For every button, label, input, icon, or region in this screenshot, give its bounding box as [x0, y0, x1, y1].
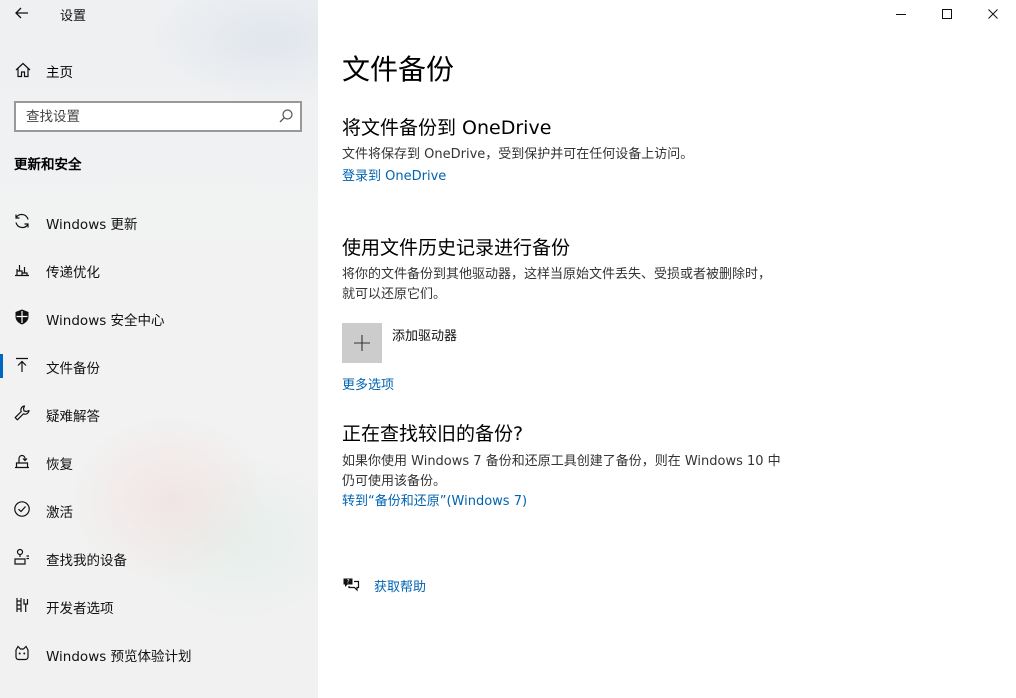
insider-icon: [15, 645, 29, 661]
check-circle-icon: [14, 501, 30, 517]
onedrive-heading: 将文件备份到 OneDrive: [342, 117, 552, 139]
sync-icon: [15, 213, 29, 229]
sidebar-item-recovery[interactable]: 恢复: [0, 438, 318, 486]
sidebar-item-windows-security[interactable]: Windows 安全中心: [0, 294, 318, 342]
sidebar-item-activation[interactable]: 激活: [0, 486, 318, 534]
sidebar-item-label: Windows 预览体验计划: [46, 649, 192, 665]
sidebar-item-label: 传递优化: [46, 265, 100, 281]
file-history-description: 将你的文件备份到其他驱动器，这样当原始文件丢失、受损或者被删除时，就可以还原它们…: [342, 267, 772, 302]
onedrive-description: 文件将保存到 OneDrive，受到保护并可在任何设备上访问。: [342, 147, 694, 162]
find-device-icon: [14, 548, 29, 565]
add-drive-label: 添加驱动器: [392, 329, 458, 344]
get-help-label: 获取帮助: [374, 580, 427, 595]
plus-icon: [354, 335, 370, 351]
app-title: 设置: [60, 9, 87, 24]
sidebar-item-windows-insider[interactable]: Windows 预览体验计划: [0, 630, 318, 678]
sidebar-item-delivery-optimization[interactable]: 传递优化: [0, 246, 318, 294]
search-box[interactable]: [14, 101, 302, 132]
older-backup-heading: 正在查找较旧的备份?: [342, 423, 524, 445]
svg-text:?: ?: [347, 579, 350, 586]
backup-arrow-icon: [16, 357, 28, 372]
sidebar-item-find-my-device[interactable]: 查找我的设备: [0, 534, 318, 582]
search-input[interactable]: [16, 103, 266, 130]
sidebar-item-developer-options[interactable]: 开发者选项: [0, 582, 318, 630]
sidebar-item-label: 激活: [46, 505, 73, 521]
more-options-link[interactable]: 更多选项: [342, 374, 394, 393]
sidebar-item-label: 疑难解答: [46, 409, 100, 425]
maximize-button[interactable]: [924, 0, 970, 28]
main-content: 文件备份 将文件备份到 OneDrive 文件将保存到 OneDrive，受到保…: [318, 0, 1016, 698]
maximize-icon: [942, 9, 952, 19]
minimize-button[interactable]: [878, 0, 924, 28]
delivery-optimization-icon: [15, 265, 29, 277]
sidebar: 设置 主页 更新和安全 Windows 更新: [0, 0, 318, 698]
file-history-heading: 使用文件历史记录进行备份: [342, 237, 571, 259]
older-backup-description: 如果你使用 Windows 7 备份和还原工具创建了备份，则在 Windows …: [342, 454, 781, 489]
sidebar-item-troubleshoot[interactable]: 疑难解答: [0, 390, 318, 438]
sidebar-item-label: 主页: [46, 65, 73, 81]
add-drive-tile[interactable]: [342, 323, 382, 363]
settings-window: 设置 主页 更新和安全 Windows 更新: [0, 0, 1016, 698]
selection-indicator: [0, 354, 3, 378]
sidebar-item-windows-update[interactable]: Windows 更新: [0, 198, 318, 246]
search-icon[interactable]: [278, 108, 294, 124]
sidebar-item-label: 文件备份: [46, 361, 100, 377]
developer-icon: [16, 598, 29, 612]
back-arrow-icon: [15, 7, 28, 19]
backup-restore-win7-link[interactable]: 转到“备份和还原”(Windows 7): [342, 490, 527, 509]
page-title: 文件备份: [342, 53, 455, 86]
sidebar-item-label: Windows 更新: [46, 217, 138, 233]
sidebar-item-file-backup[interactable]: 文件备份: [0, 342, 318, 390]
sidebar-nav: Windows 更新 传递优化 Windows 安全中心 文件备份 疑难解答 恢…: [0, 198, 318, 678]
recovery-icon: [15, 454, 29, 469]
close-button[interactable]: [970, 0, 1016, 28]
wrench-icon: [14, 405, 30, 421]
home-icon: [15, 62, 31, 78]
sidebar-item-label: 查找我的设备: [46, 553, 127, 569]
minimize-icon: [896, 14, 906, 15]
section-title: 更新和安全: [14, 157, 82, 173]
sidebar-item-label: Windows 安全中心: [46, 313, 165, 329]
help-chat-icon: ?: [343, 578, 360, 592]
sign-in-onedrive-link[interactable]: 登录到 OneDrive: [342, 165, 446, 184]
sidebar-item-home[interactable]: 主页: [0, 55, 318, 85]
sidebar-item-label: 开发者选项: [46, 601, 114, 617]
shield-icon: [15, 309, 29, 325]
back-button[interactable]: [10, 2, 34, 24]
sidebar-item-label: 恢复: [46, 457, 73, 473]
close-icon: [988, 9, 998, 19]
window-controls: [878, 0, 1016, 28]
